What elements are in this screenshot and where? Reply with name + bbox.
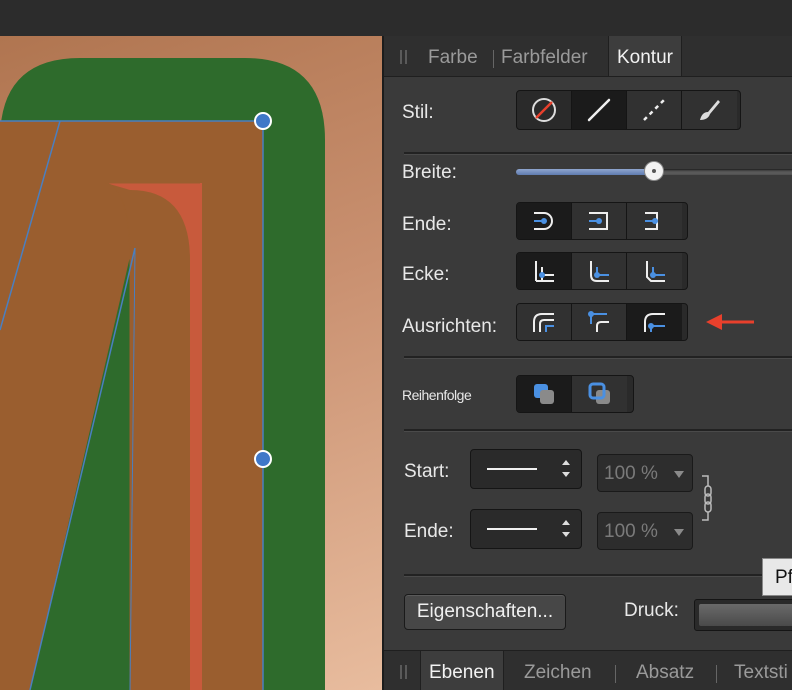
breite-label: Breite: xyxy=(402,162,457,183)
join-segmented-control xyxy=(516,252,688,290)
tab-absatz[interactable]: Absatz xyxy=(636,651,694,690)
align-inside-icon[interactable] xyxy=(572,304,627,340)
end-arrowhead-select[interactable] xyxy=(470,509,582,549)
round-cap-icon[interactable] xyxy=(517,203,572,239)
dashed-line-icon[interactable] xyxy=(627,91,682,129)
chevron-down-icon[interactable] xyxy=(674,471,684,478)
brush-icon[interactable] xyxy=(682,91,737,129)
tooltip: Pf xyxy=(762,558,792,596)
start-scale-value: 100 % xyxy=(604,463,658,484)
tab-kontur[interactable]: Kontur xyxy=(608,36,682,76)
chevron-down-icon[interactable] xyxy=(674,529,684,536)
stroke-front-icon[interactable] xyxy=(572,376,627,412)
end-scale-value: 100 % xyxy=(604,521,658,542)
ende-label: Ende: xyxy=(402,214,452,235)
properties-button[interactable]: Eigenschaften... xyxy=(404,594,566,630)
start-stepper[interactable] xyxy=(561,458,571,480)
tab-zeichen[interactable]: Zeichen xyxy=(524,651,592,690)
width-slider-thumb[interactable] xyxy=(644,161,664,181)
start-label: Start: xyxy=(404,461,450,482)
stroke-panel: Farbe Farbfelder Kontur Stil: Breite: En… xyxy=(382,36,792,690)
tab-farbfelder[interactable]: Farbfelder xyxy=(501,36,588,76)
align-segmented-control xyxy=(516,303,688,341)
stil-label: Stil: xyxy=(402,102,434,123)
red-arrow-icon xyxy=(706,314,754,330)
section-divider xyxy=(404,356,792,359)
artwork[interactable] xyxy=(0,36,382,690)
start-arrowhead-select[interactable] xyxy=(470,449,582,489)
end-stepper[interactable] xyxy=(561,518,571,540)
ausrichten-label: Ausrichten: xyxy=(402,316,498,337)
end-label: Ende: xyxy=(404,521,454,542)
brown-shape[interactable] xyxy=(0,121,263,690)
bevel-join-icon[interactable] xyxy=(627,253,682,289)
section-divider xyxy=(404,429,792,432)
node-handle[interactable] xyxy=(254,112,272,130)
butt-cap-icon[interactable] xyxy=(627,203,682,239)
align-outside-icon[interactable] xyxy=(627,304,682,340)
round-join-icon[interactable] xyxy=(572,253,627,289)
align-center-icon[interactable] xyxy=(517,304,572,340)
link-chain-icon[interactable] xyxy=(700,474,718,524)
solid-line-icon[interactable] xyxy=(572,91,627,129)
pressure-graph[interactable] xyxy=(694,599,792,631)
section-divider xyxy=(404,152,792,155)
ecke-label: Ecke: xyxy=(402,264,450,285)
miter-join-icon[interactable] xyxy=(517,253,572,289)
panel-grip-handle[interactable] xyxy=(400,50,407,64)
node-handle[interactable] xyxy=(254,450,272,468)
style-segmented-control xyxy=(516,90,741,130)
druck-label: Druck: xyxy=(624,600,679,621)
stroke-behind-icon[interactable] xyxy=(517,376,572,412)
width-slider-fill xyxy=(516,169,656,175)
tab-farbe[interactable]: Farbe xyxy=(428,36,478,76)
cap-segmented-control xyxy=(516,202,688,240)
document-canvas[interactable] xyxy=(0,36,382,690)
start-scale-field[interactable]: 100 % xyxy=(597,454,693,492)
section-divider xyxy=(404,574,792,577)
none-style-icon[interactable] xyxy=(517,91,572,129)
panel-tab-bar: Farbe Farbfelder Kontur xyxy=(384,36,792,77)
reihenfolge-label: Reihenfolge xyxy=(402,387,472,403)
order-segmented-control xyxy=(516,375,634,413)
tab-ebenen[interactable]: Ebenen xyxy=(420,651,504,690)
tab-textstile[interactable]: Textsti xyxy=(734,651,788,690)
square-cap-icon[interactable] xyxy=(572,203,627,239)
panel-grip-handle[interactable] xyxy=(400,665,407,679)
end-scale-field[interactable]: 100 % xyxy=(597,512,693,550)
bottom-tab-bar: Ebenen Zeichen Absatz Textsti xyxy=(384,650,792,690)
app-top-bar xyxy=(0,0,792,36)
